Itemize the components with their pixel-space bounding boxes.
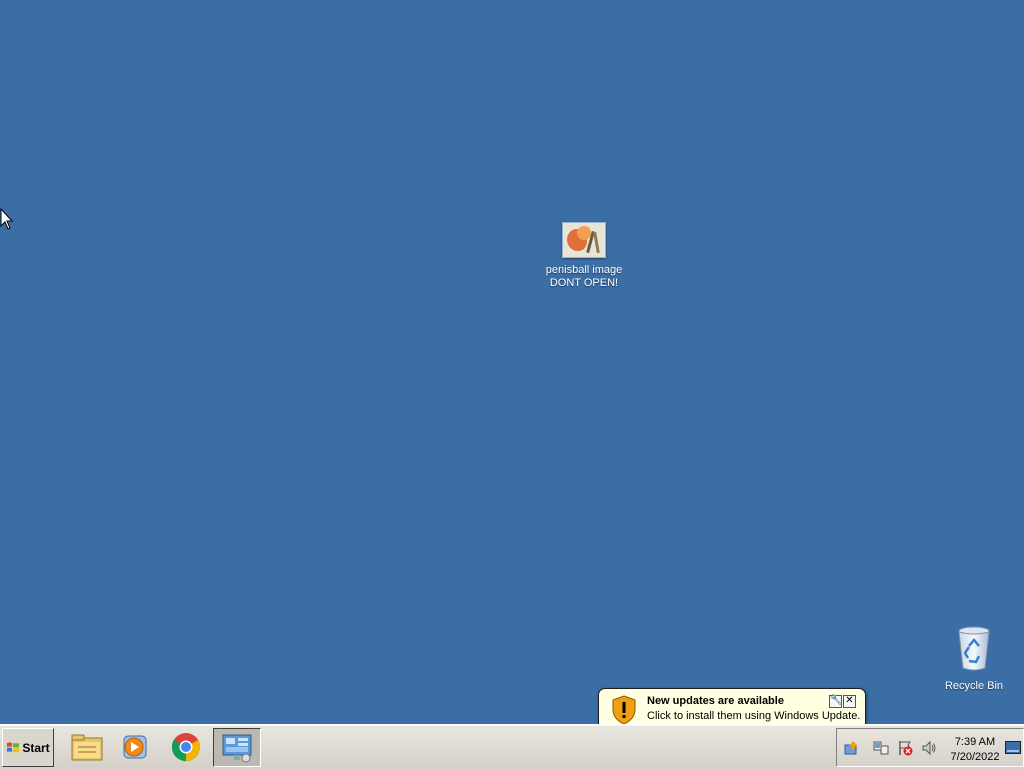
show-desktop-icon[interactable] [1005, 741, 1021, 755]
image-file-icon [562, 222, 606, 258]
taskbar: Start 7:39 AM 7/20/2022 [0, 724, 1024, 769]
chrome-icon [171, 732, 200, 761]
desktop-icon-recycle-bin[interactable]: Recycle Bin [938, 626, 1010, 693]
media-player-icon [123, 735, 147, 758]
mouse-cursor-icon [0, 208, 14, 230]
clock-date: 7/20/2022 [950, 751, 1000, 763]
start-label: Start [22, 740, 50, 755]
taskbar-chrome[interactable] [163, 728, 209, 765]
notification-title: New updates are available [647, 695, 784, 707]
clock-time: 7:39 AM [954, 736, 996, 748]
volume-icon[interactable] [921, 740, 937, 756]
action-center-icon[interactable] [897, 740, 913, 756]
notification-options-button[interactable]: 🔧 [829, 695, 842, 708]
file-explorer-icon [71, 734, 103, 760]
windows-flag-icon [7, 742, 20, 752]
network-icon[interactable] [873, 740, 889, 756]
image-file-label-line1: penisball image [545, 264, 623, 276]
image-file-label-line2: DONT OPEN! [549, 277, 619, 289]
recycle-bin-icon [958, 626, 990, 671]
clock[interactable]: 7:39 AM 7/20/2022 [945, 735, 1005, 765]
notification-close-button[interactable]: ✕ [843, 695, 856, 708]
taskbar-file-explorer[interactable] [64, 728, 110, 765]
desktop-icon-image-file[interactable]: penisball image DONT OPEN! [540, 222, 628, 290]
windows-update-icon[interactable] [843, 740, 859, 756]
warning-shield-icon [612, 695, 636, 725]
taskbar-media-player[interactable] [112, 728, 158, 765]
server-manager-icon [222, 734, 252, 762]
start-button[interactable]: Start [2, 728, 54, 767]
taskbar-server-manager[interactable] [213, 728, 261, 767]
desktop[interactable]: penisball image DONT OPEN! Recycle Bin N… [0, 0, 1024, 744]
recycle-bin-label: Recycle Bin [944, 680, 1004, 692]
system-tray: 7:39 AM 7/20/2022 [836, 728, 1024, 767]
notification-text: Click to install them using Windows Upda… [647, 710, 861, 722]
